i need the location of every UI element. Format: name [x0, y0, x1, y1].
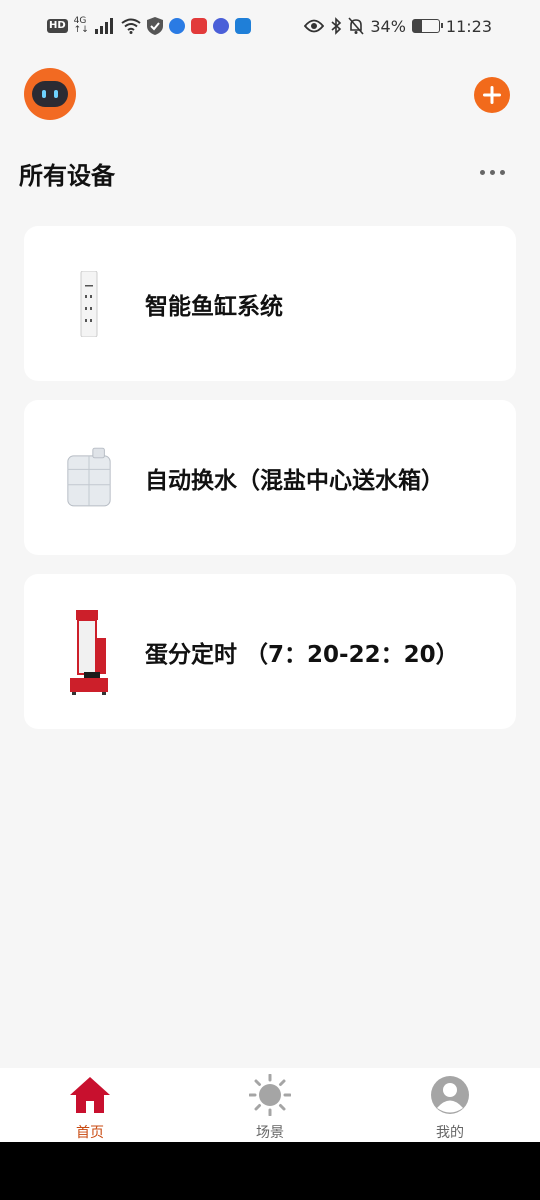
- more-options-button[interactable]: [472, 160, 512, 184]
- device-name: 蛋分定时 （7：20-22：20）: [145, 641, 459, 668]
- wifi-icon: [121, 18, 141, 34]
- bottom-nav: 首页 场景 我的: [0, 1068, 540, 1142]
- more-dot: [479, 169, 485, 175]
- battery-level-fill: [412, 20, 422, 32]
- sun-icon: [248, 1073, 292, 1116]
- battery-icon: [411, 19, 443, 33]
- avatar-eye: [54, 90, 58, 98]
- network-activity: ↑↓: [73, 25, 89, 35]
- system-navigation-bar: [0, 1142, 540, 1200]
- status-icons-left: HD 4G ↑↓: [47, 14, 251, 38]
- device-card[interactable]: 智能鱼缸系统: [24, 226, 516, 381]
- network-indicator: 4G ↑↓: [74, 17, 89, 35]
- shield-icon: [146, 17, 163, 35]
- more-dot: [499, 169, 505, 175]
- nav-label: 我的: [436, 1125, 464, 1141]
- add-device-button[interactable]: [474, 77, 510, 113]
- nav-item-home[interactable]: 首页: [0, 1068, 180, 1142]
- nav-label: 首页: [76, 1125, 104, 1141]
- device-card[interactable]: 自动换水（混盐中心送水箱）: [24, 400, 516, 555]
- bluetooth-icon: [331, 17, 342, 35]
- robot-avatar-icon: [32, 81, 68, 107]
- clock: 11:23: [445, 16, 492, 36]
- signal-icon: [94, 18, 113, 34]
- nav-item-profile[interactable]: 我的: [360, 1068, 540, 1142]
- more-dot: [489, 169, 495, 175]
- app-notification-icon: [168, 18, 185, 34]
- device-name: 自动换水（混盐中心送水箱）: [145, 467, 444, 494]
- nav-item-scenes[interactable]: 场景: [180, 1068, 360, 1142]
- status-bar: HD 4G ↑↓ 34% 11:23: [0, 0, 540, 52]
- plus-icon: [483, 86, 501, 104]
- avatar-eye: [42, 90, 46, 98]
- device-name: 智能鱼缸系统: [145, 293, 283, 320]
- device-list: 智能鱼缸系统 自动换水（混盐中心送水箱） 蛋分定时 （7：20-22：20）: [24, 226, 516, 748]
- eye-icon: [304, 19, 325, 33]
- water-tank-icon: [64, 438, 114, 518]
- nav-label: 场景: [256, 1125, 284, 1141]
- status-icons-right: 34% 11:23: [304, 14, 492, 38]
- avatar[interactable]: [24, 68, 76, 120]
- power-strip-icon: [64, 264, 114, 344]
- music-icon: [212, 18, 229, 34]
- home-icon: [68, 1073, 112, 1116]
- device-card[interactable]: 蛋分定时 （7：20-22：20）: [24, 574, 516, 729]
- app-notification-icon: [190, 18, 207, 34]
- cloud-app-icon: [234, 18, 251, 34]
- protein-skimmer-icon: [64, 610, 114, 695]
- user-icon: [428, 1073, 472, 1116]
- page-title: 所有设备: [19, 162, 115, 190]
- hd-badge: HD: [47, 19, 68, 33]
- battery-percent: 34%: [370, 16, 406, 36]
- mute-bell-icon: [348, 17, 364, 35]
